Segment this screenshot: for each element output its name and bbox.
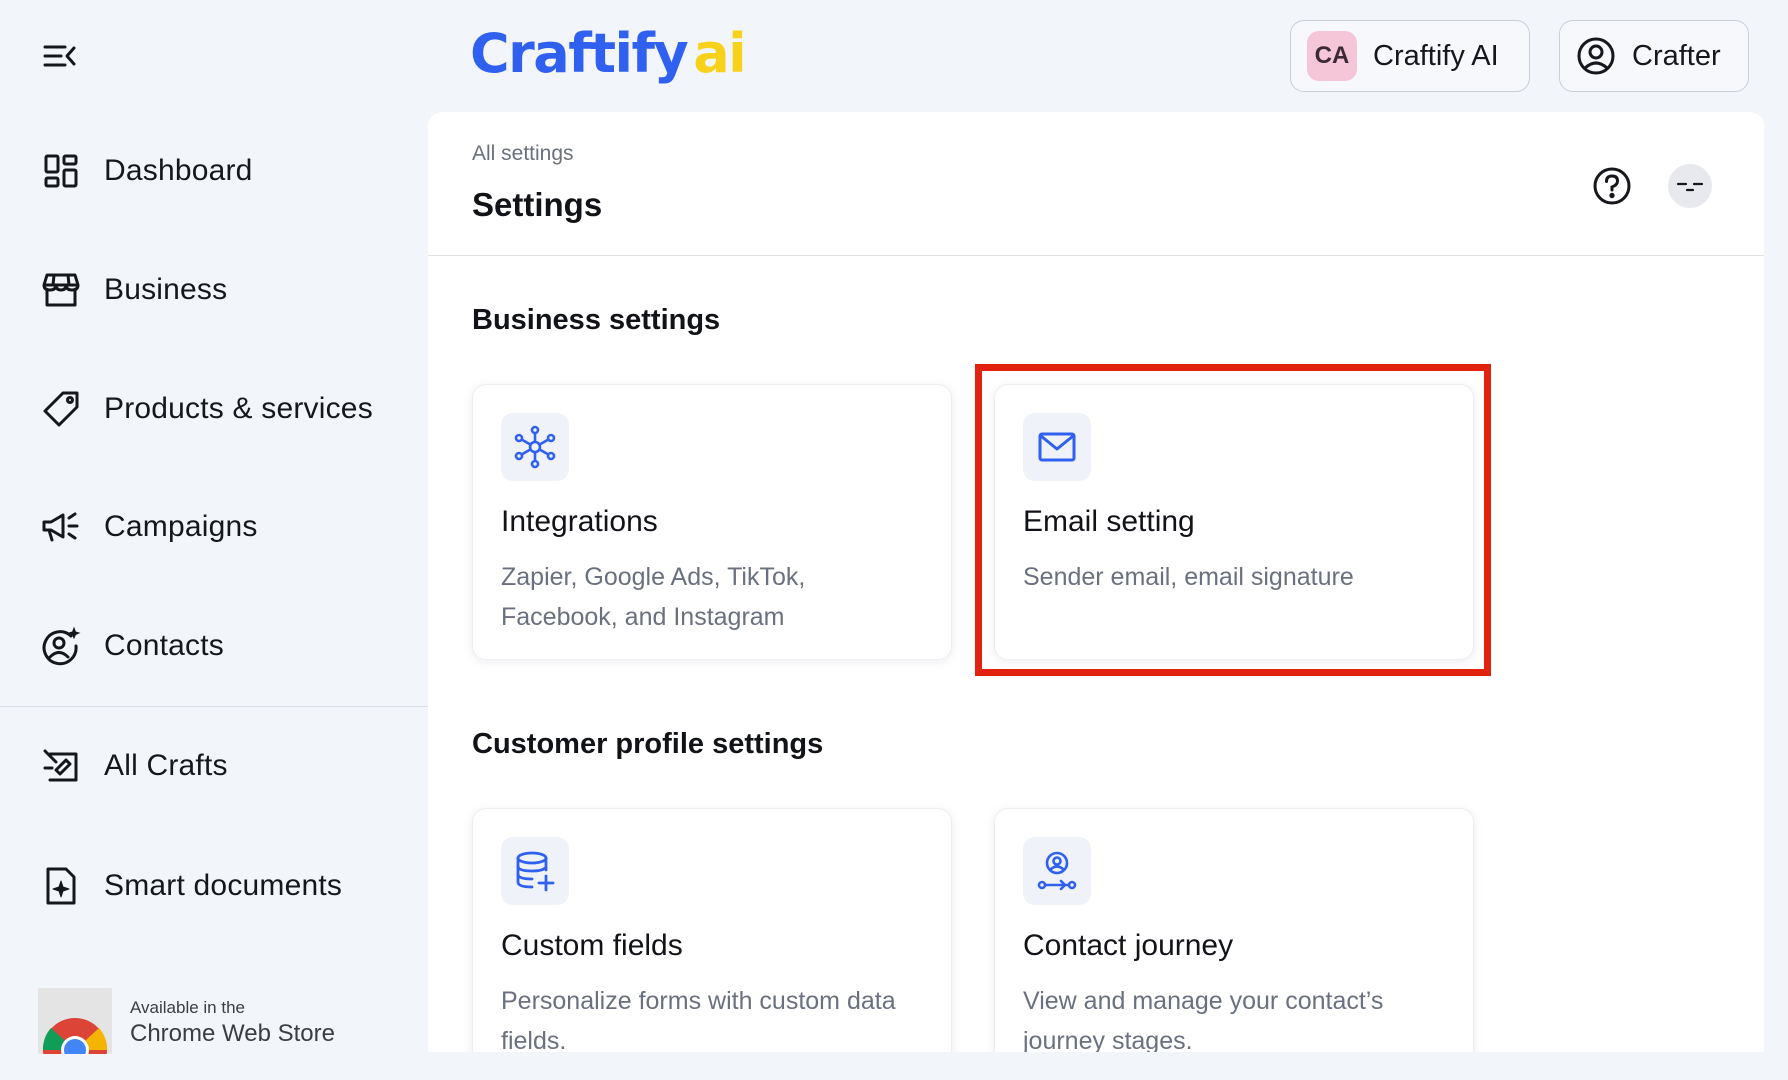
sidebar-item-label: Products & services bbox=[104, 392, 373, 425]
dashboard-icon bbox=[40, 150, 82, 192]
store-icon bbox=[40, 269, 82, 311]
sidebar-item-smart-documents[interactable]: Smart documents bbox=[40, 856, 410, 916]
card-title: Email setting bbox=[1023, 505, 1195, 538]
sleepy-face-icon bbox=[1676, 182, 1704, 192]
header-divider bbox=[428, 255, 1764, 256]
contact-star-icon bbox=[40, 625, 82, 667]
sidebar-item-campaigns[interactable]: Campaigns bbox=[40, 497, 410, 557]
sidebar-item-label: Dashboard bbox=[104, 154, 253, 187]
sidebar-item-all-crafts[interactable]: All Crafts bbox=[40, 736, 410, 796]
help-button[interactable] bbox=[1590, 164, 1634, 208]
megaphone-icon bbox=[40, 506, 82, 548]
crafts-icon bbox=[40, 745, 82, 787]
sidebar-item-label: Contacts bbox=[104, 629, 224, 662]
card-title: Contact journey bbox=[1023, 929, 1234, 962]
chrome-web-store-badge[interactable]: Available in the Chrome Web Store bbox=[38, 988, 358, 1054]
email-setting-card[interactable]: Email setting Sender email, email signat… bbox=[994, 384, 1474, 660]
sidebar-item-label: All Crafts bbox=[104, 749, 228, 782]
collapse-menu-button[interactable] bbox=[40, 40, 80, 72]
integrations-card[interactable]: Integrations Zapier, Google Ads, TikTok,… bbox=[472, 384, 952, 660]
card-description: Zapier, Google Ads, TikTok, Facebook, an… bbox=[501, 563, 806, 631]
user-circle-icon bbox=[1577, 37, 1615, 75]
customer-profile-settings-title: Customer profile settings bbox=[472, 728, 824, 760]
user-route-icon bbox=[1023, 837, 1091, 905]
contact-journey-card[interactable]: Contact journey View and manage your con… bbox=[994, 808, 1474, 1052]
org-name: Craftify AI bbox=[1373, 39, 1499, 72]
user-menu-label: Crafter bbox=[1632, 39, 1721, 72]
chrome-badge-big-text: Chrome Web Store bbox=[130, 1020, 335, 1047]
custom-fields-card[interactable]: Custom fields Personalize forms with cus… bbox=[472, 808, 952, 1052]
logo-ai-text: ai bbox=[693, 22, 746, 85]
card-description: Sender email, email signature bbox=[1023, 563, 1354, 591]
chrome-logo-icon bbox=[38, 988, 112, 1054]
menu-collapse-icon bbox=[43, 45, 76, 67]
card-description: Personalize forms with custom data field… bbox=[501, 987, 896, 1052]
sidebar-item-label: Smart documents bbox=[104, 869, 343, 902]
logo-text: Craftify bbox=[470, 22, 689, 85]
sidebar-item-label: Business bbox=[104, 273, 228, 306]
sidebar-item-dashboard[interactable]: Dashboard bbox=[40, 141, 410, 201]
chrome-badge-small-text: Available in the bbox=[130, 998, 245, 1017]
sidebar-item-products-services[interactable]: Products & services bbox=[40, 379, 410, 439]
database-plus-icon bbox=[501, 837, 569, 905]
org-avatar: CA bbox=[1307, 31, 1357, 81]
profile-avatar[interactable] bbox=[1668, 164, 1712, 208]
sidebar-item-label: Campaigns bbox=[104, 510, 258, 543]
help-circle-icon bbox=[1593, 167, 1631, 205]
sidebar: Dashboard Business Products & services C… bbox=[0, 0, 428, 1080]
organization-switcher[interactable]: CA Craftify AI bbox=[1290, 20, 1530, 92]
mail-icon bbox=[1023, 413, 1091, 481]
sidebar-item-contacts[interactable]: Contacts bbox=[40, 616, 410, 676]
tag-icon bbox=[40, 388, 82, 430]
sidebar-item-business[interactable]: Business bbox=[40, 260, 410, 320]
page-title: Settings bbox=[472, 186, 603, 223]
card-title: Integrations bbox=[501, 505, 658, 538]
breadcrumb[interactable]: All settings bbox=[472, 142, 574, 166]
craftify-logo[interactable]: Craftify ai bbox=[470, 22, 747, 96]
document-sparkle-icon bbox=[40, 865, 82, 907]
business-settings-title: Business settings bbox=[472, 304, 721, 336]
settings-panel: All settings Settings Business settings bbox=[428, 112, 1764, 1052]
user-menu-button[interactable]: Crafter bbox=[1559, 20, 1749, 92]
card-title: Custom fields bbox=[501, 929, 683, 962]
sidebar-divider bbox=[0, 706, 428, 707]
card-description: View and manage your contact’s journey s… bbox=[1023, 987, 1384, 1052]
network-icon bbox=[501, 413, 569, 481]
